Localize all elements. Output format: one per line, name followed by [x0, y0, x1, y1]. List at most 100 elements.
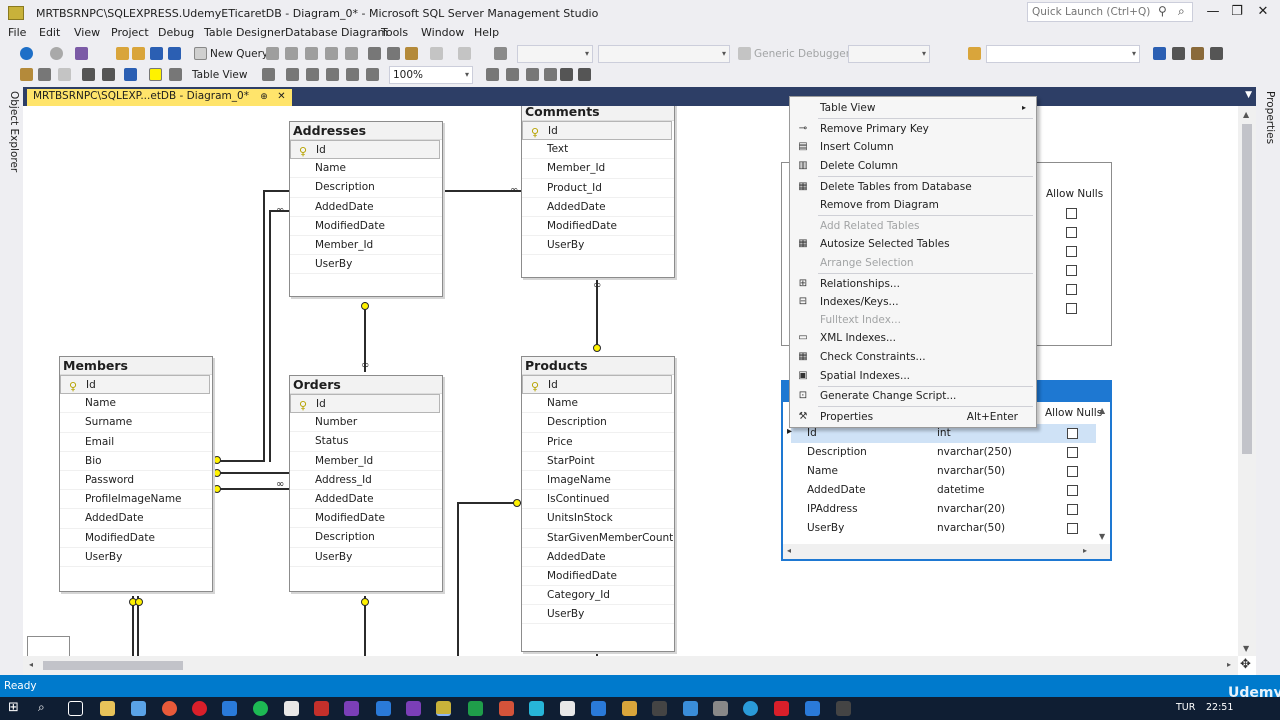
table-row[interactable]: ModifiedDate: [290, 509, 442, 529]
autosize-icon[interactable]: [366, 68, 379, 81]
grid-column-type[interactable]: nvarchar(50): [937, 462, 1005, 481]
table-row-pk[interactable]: ♀ Id: [290, 394, 440, 414]
filezilla-icon[interactable]: [314, 701, 329, 716]
recalculate-page-breaks-icon[interactable]: [346, 68, 359, 81]
chrome-icon[interactable]: [162, 701, 177, 716]
red-app-icon[interactable]: [774, 701, 789, 716]
table-row[interactable]: ModifiedDate: [522, 217, 674, 237]
save-all-icon[interactable]: [168, 47, 181, 60]
grid-column-type[interactable]: datetime: [937, 481, 984, 500]
table-row[interactable]: Name: [60, 394, 212, 414]
new-query-icon[interactable]: [194, 47, 207, 60]
scroll-left-icon[interactable]: ◂: [787, 546, 791, 555]
menu-edit[interactable]: Edit: [39, 26, 60, 39]
table-row[interactable]: StarGivenMemberCount: [522, 529, 674, 548]
find-combo[interactable]: ▾: [986, 45, 1140, 63]
start-debug-icon[interactable]: [738, 47, 751, 60]
allow-nulls-checkbox[interactable]: [1067, 523, 1078, 534]
delete-table-icon[interactable]: [82, 68, 95, 81]
chevron-down-icon[interactable]: ▼: [1245, 90, 1252, 100]
cm-delete-tables[interactable]: ▦ Delete Tables from Database: [790, 178, 1036, 196]
canvas-horizontal-scrollbar[interactable]: ◂ ▸: [23, 656, 1238, 675]
generic-debugger-button[interactable]: Generic Debugger: [754, 48, 850, 60]
generate-script-icon[interactable]: [124, 68, 137, 81]
close-tab-icon[interactable]: ✕: [277, 91, 285, 102]
table-view-dropdown[interactable]: Table View: [192, 69, 247, 81]
new-file-icon[interactable]: [116, 47, 129, 60]
table-row[interactable]: AddedDate: [290, 490, 442, 510]
relationship-line[interactable]: [218, 460, 265, 462]
table-row[interactable]: Status: [290, 432, 442, 452]
filter-icon[interactable]: ⚲: [1158, 4, 1167, 18]
opera-icon[interactable]: [192, 701, 207, 716]
relationship-line[interactable]: [218, 472, 290, 474]
blue-app-icon[interactable]: [805, 701, 820, 716]
allow-nulls-checkbox[interactable]: [1066, 246, 1077, 257]
spotify-icon[interactable]: [253, 701, 268, 716]
image-viewer-icon[interactable]: [836, 701, 851, 716]
new-project-icon[interactable]: [75, 47, 88, 60]
cm-xml-indexes[interactable]: ▭ XML Indexes...: [790, 329, 1036, 347]
cm-autosize-selected-tables[interactable]: ▦ Autosize Selected Tables: [790, 235, 1036, 253]
task-view-icon[interactable]: [68, 701, 83, 716]
allow-nulls-checkbox[interactable]: [1066, 265, 1077, 276]
menu-file[interactable]: File: [8, 26, 26, 39]
scroll-up-icon[interactable]: ▲: [1243, 110, 1249, 119]
vertical-scroll-thumb[interactable]: [1242, 124, 1252, 454]
canvas-vertical-scrollbar[interactable]: ▲ ▼: [1238, 106, 1256, 656]
table-row[interactable]: ImageName: [522, 471, 674, 491]
table-comments[interactable]: Comments ♀ Id Text Member_Id Product_Id A…: [521, 106, 675, 278]
table-row[interactable]: Member_Id: [290, 452, 442, 471]
diagram-document-tab[interactable]: MRTBSRNPC\SQLEXP...etDB - Diagram_0* ⊕ ✕: [27, 89, 292, 106]
vscode-icon[interactable]: [376, 701, 391, 716]
table-orders[interactable]: Orders ♀ Id Number Status Member_Id Addre…: [289, 375, 443, 592]
dmx-query-icon[interactable]: [325, 47, 338, 60]
table-row[interactable]: ModifiedDate: [290, 217, 442, 236]
cm-add-related-tables[interactable]: Add Related Tables: [790, 217, 1036, 235]
table-row[interactable]: UnitsInStock: [522, 509, 674, 529]
cm-relationships[interactable]: ⊞ Relationships...: [790, 275, 1036, 293]
redo-icon[interactable]: [458, 47, 471, 60]
menu-project[interactable]: Project: [111, 26, 149, 39]
cm-generate-change-script[interactable]: ⊡ Generate Change Script...: [790, 387, 1036, 405]
horizontal-scroll-thumb[interactable]: [43, 661, 183, 670]
remove-table-icon[interactable]: [102, 68, 115, 81]
mdx-query-icon[interactable]: [305, 47, 318, 60]
primary-key-icon[interactable]: [149, 68, 162, 81]
menu-window[interactable]: Window: [421, 26, 464, 39]
diagram-canvas[interactable]: ∞ ∞ ∞ ∞ ∞ Addresses ♀ Id Name Description…: [23, 106, 1256, 675]
forward-icon[interactable]: [50, 47, 63, 60]
grid-column-name[interactable]: Name: [807, 462, 838, 481]
scroll-up-icon[interactable]: ▲: [1099, 406, 1105, 415]
clock[interactable]: 22:51: [1206, 702, 1233, 713]
grid-column-type[interactable]: nvarchar(50): [937, 519, 1005, 538]
table-row-pk[interactable]: ♀ Id: [522, 375, 672, 395]
cm-check-constraints[interactable]: ▦ Check Constraints...: [790, 348, 1036, 366]
find-in-files-icon[interactable]: [968, 47, 981, 60]
check-constraints-icon[interactable]: [560, 68, 573, 81]
relationship-line[interactable]: [263, 190, 265, 460]
allow-nulls-checkbox[interactable]: [1067, 447, 1078, 458]
pan-cross-icon[interactable]: ✥: [1240, 657, 1251, 672]
properties-wrench-icon[interactable]: [1172, 47, 1185, 60]
table-row[interactable]: Address_Id: [290, 471, 442, 490]
relationship-line[interactable]: [263, 190, 290, 192]
table-row[interactable]: Name: [290, 159, 442, 179]
table-row[interactable]: Member_Id: [290, 236, 442, 256]
scroll-right-icon[interactable]: ▸: [1083, 546, 1087, 555]
table-row[interactable]: Member_Id: [522, 159, 674, 179]
photos-icon[interactable]: [683, 701, 698, 716]
allow-nulls-checkbox[interactable]: [1066, 284, 1077, 295]
allow-nulls-checkbox[interactable]: [1066, 303, 1077, 314]
object-explorer-tab[interactable]: Object Explorer: [4, 91, 20, 181]
visual-studio-2-icon[interactable]: [406, 701, 421, 716]
table-addresses[interactable]: Addresses ♀ Id Name Description AddedDate…: [289, 121, 443, 297]
excel-icon[interactable]: [468, 701, 483, 716]
cm-fulltext-index[interactable]: Fulltext Index...: [790, 311, 1036, 329]
table-row[interactable]: UserBy: [290, 255, 442, 275]
allow-nulls-checkbox[interactable]: [1066, 227, 1077, 238]
table-row[interactable]: Surname: [60, 413, 212, 433]
analysis-query-icon[interactable]: [285, 47, 298, 60]
ssms-task-icon[interactable]: [436, 701, 451, 716]
table-row[interactable]: Description: [522, 413, 674, 433]
